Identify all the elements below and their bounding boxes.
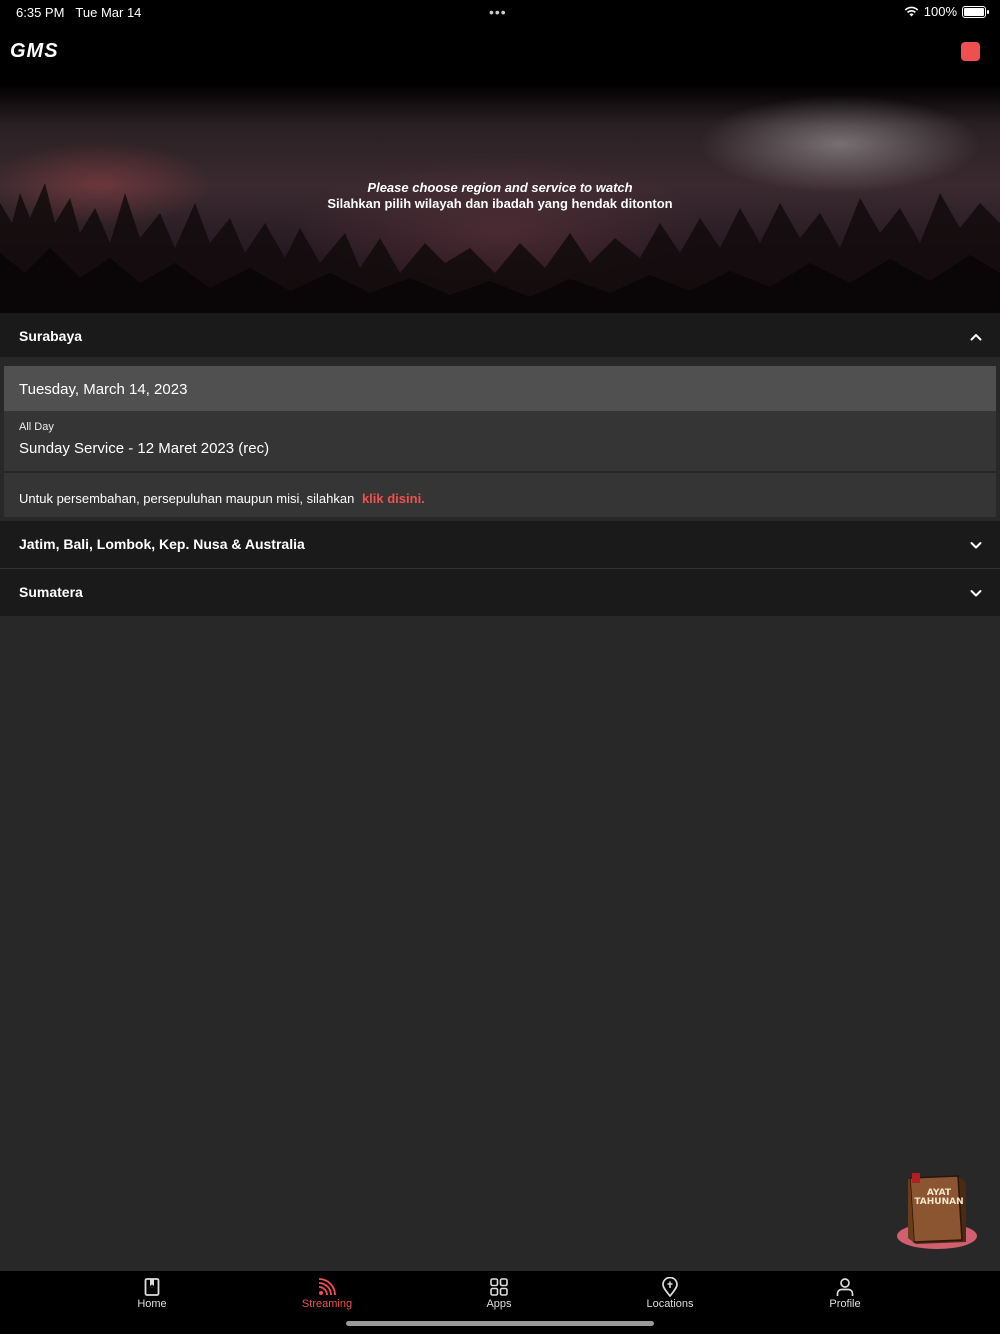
donation-text: Untuk persembahan, persepuluhan maupun m… (19, 491, 355, 506)
hero-instruction-id: Silahkan pilih wilayah dan ibadah yang h… (327, 196, 673, 211)
gms-logo[interactable]: GMS (10, 40, 59, 63)
region-title: Surabaya (19, 328, 83, 344)
tab-label: Locations (646, 1298, 694, 1310)
broadcast-icon (318, 1278, 336, 1296)
tab-home[interactable]: Home (102, 1277, 202, 1310)
region-header-sumatera[interactable]: Sumatera (0, 569, 1000, 616)
region-header-jatim[interactable]: Jatim, Bali, Lombok, Kep. Nusa & Austral… (0, 521, 1000, 568)
region-header-surabaya[interactable]: Surabaya (0, 313, 1000, 357)
tab-streaming[interactable]: Streaming (277, 1277, 377, 1310)
tab-apps[interactable]: Apps (449, 1277, 549, 1310)
service-date-header: Tuesday, March 14, 2023 (4, 366, 996, 411)
tab-label: Apps (486, 1298, 512, 1310)
tab-label: Streaming (301, 1298, 353, 1310)
status-date: Tue Mar 14 (75, 5, 142, 20)
status-time: 6:35 PM (16, 5, 65, 20)
notification-button[interactable] (961, 42, 980, 61)
service-name: Sunday Service - 12 Maret 2023 (rec) (19, 440, 270, 457)
tab-label: Profile (829, 1298, 861, 1310)
person-icon (836, 1278, 854, 1296)
app-header: GMS (0, 24, 1000, 84)
home-indicator[interactable] (346, 1321, 654, 1326)
service-item[interactable]: All Day Sunday Service - 12 Maret 2023 (… (4, 411, 996, 471)
region-title: Jatim, Bali, Lombok, Kep. Nusa & Austral… (19, 536, 305, 552)
tab-locations[interactable]: Locations (620, 1277, 720, 1310)
status-bar: 6:35 PM Tue Mar 14 ••• 100% (0, 0, 1000, 24)
bookmark-icon (144, 1278, 160, 1296)
bible-book-icon[interactable]: AYAT TAHUNAN (896, 1170, 978, 1252)
hero-instruction-en: Please choose region and service to watc… (367, 180, 633, 195)
battery-icon (962, 5, 989, 18)
tab-label: Home (137, 1298, 167, 1310)
service-date: Tuesday, March 14, 2023 (19, 381, 188, 398)
chevron-up-icon (970, 334, 982, 341)
hero-banner: Please choose region and service to watc… (0, 84, 1000, 313)
region-title: Sumatera (19, 584, 83, 600)
service-time-label: All Day (19, 421, 54, 433)
chevron-down-icon (970, 590, 982, 597)
wifi-icon (904, 6, 919, 17)
grid-icon (490, 1278, 508, 1296)
tab-profile[interactable]: Profile (795, 1277, 895, 1310)
donation-link[interactable]: klik disini. (362, 491, 425, 506)
chevron-down-icon (970, 542, 982, 549)
donation-notice: Untuk persembahan, persepuluhan maupun m… (4, 473, 996, 517)
location-pin-icon (662, 1277, 678, 1297)
multitasking-dots[interactable]: ••• (489, 4, 507, 20)
battery-percent: 100% (923, 4, 957, 19)
badge-label-line2: TAHUNAN (914, 1197, 963, 1207)
